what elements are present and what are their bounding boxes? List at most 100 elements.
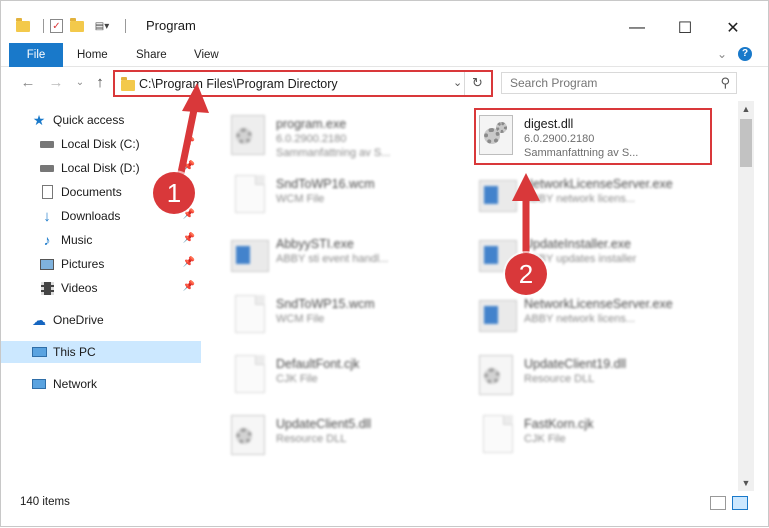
sidebar-item-label: This PC — [53, 345, 96, 359]
status-bar: 140 items — [1, 491, 768, 526]
refresh-button[interactable]: ↻ — [464, 72, 490, 95]
file-item[interactable]: AbbyySTI.exe ABBY sti event handl... — [203, 227, 443, 283]
file-item[interactable]: NetworkLicenseServer.exe ABBY network lic… — [451, 287, 691, 343]
folder-icon — [15, 17, 31, 33]
tab-share[interactable]: Share — [126, 43, 177, 67]
scroll-up-icon[interactable]: ▲ — [738, 101, 754, 117]
file-name: NetworkLicenseServer.exe — [524, 177, 673, 191]
pin-icon[interactable]: 📌 — [183, 233, 195, 244]
file-item[interactable]: SndToWP16.wcm WCM File — [203, 167, 443, 223]
pin-icon[interactable]: 📌 — [183, 257, 195, 268]
close-button[interactable]: ✕ — [711, 15, 755, 41]
sidebar-item-pictures[interactable]: Pictures 📌 — [39, 253, 201, 275]
quick-access-toolbar: ✓ ▤▾ — [15, 15, 132, 37]
search-icon[interactable]: ⚲ — [720, 75, 730, 91]
file-type: Resource DLL — [524, 373, 595, 385]
file-description: ABBY network licens... — [524, 193, 636, 205]
sidebar-item-videos[interactable]: Videos 📌 — [39, 277, 201, 299]
tab-view[interactable]: View — [184, 43, 229, 67]
file-type: WCM File — [276, 193, 325, 205]
generic-file-icon — [231, 355, 269, 397]
pin-icon[interactable]: 📌 — [183, 281, 195, 292]
title-bar: ✓ ▤▾ Program — ☐ ✕ — [1, 1, 768, 43]
pictures-icon — [39, 257, 55, 271]
cloud-icon: ☁ — [32, 311, 46, 328]
sidebar-item-music[interactable]: ♪ Music 📌 — [39, 229, 201, 251]
file-version: 6.0.2900.2180 — [276, 133, 347, 145]
computer-icon — [31, 345, 47, 359]
file-description: Sammanfattning av S... — [276, 147, 391, 159]
tab-file[interactable]: File — [9, 43, 63, 67]
file-item[interactable]: program.exe 6.0.2900.2180 Sammanfattning a… — [203, 107, 443, 163]
ribbon-tabs: File Home Share View ⌄ — [1, 43, 768, 67]
file-type: WCM File — [276, 313, 325, 325]
pin-icon[interactable]: 📌 — [183, 161, 195, 172]
file-item[interactable]: UpdateClient19.dll Resource DLL — [451, 347, 691, 403]
sidebar-item-quick-access[interactable]: ★ Quick access — [31, 109, 201, 131]
file-name: FastKorn.cjk — [524, 417, 594, 431]
scrollbar-thumb[interactable] — [740, 119, 752, 167]
documents-icon — [39, 185, 55, 199]
search-box[interactable]: ⚲ — [501, 72, 737, 94]
step-badge-2: 2 — [505, 253, 547, 295]
file-name: UpdateClient19.dll — [524, 357, 627, 371]
file-description: ABBY sti event handl... — [276, 253, 389, 265]
file-name: SndToWP15.wcm — [276, 297, 375, 311]
forward-arrow-icon[interactable]: → — [47, 73, 65, 93]
large-icons-view-icon[interactable] — [732, 496, 748, 510]
drive-icon — [39, 137, 55, 151]
properties-icon[interactable]: ✓ — [50, 19, 63, 33]
maximize-button[interactable]: ☐ — [663, 15, 707, 41]
dll-file-icon — [231, 415, 269, 457]
tab-home[interactable]: Home — [67, 43, 118, 67]
generic-file-icon — [231, 295, 269, 337]
file-item[interactable]: DefaultFont.cjk CJK File — [203, 347, 443, 403]
address-bar[interactable]: C:\Program Files\Program Directory ⌄ — [113, 70, 493, 97]
up-arrow-icon[interactable]: ↑ — [91, 73, 109, 93]
scroll-down-icon[interactable]: ▼ — [738, 475, 754, 491]
dll-file-icon — [479, 355, 517, 397]
drive-icon — [39, 161, 55, 175]
toolbar-separator — [43, 19, 44, 33]
highlight-box — [474, 108, 712, 165]
vertical-scrollbar[interactable]: ▲ ▼ — [738, 101, 754, 491]
search-input[interactable] — [502, 73, 702, 93]
star-icon: ★ — [32, 111, 46, 128]
pin-icon[interactable]: 📌 — [183, 137, 195, 148]
generic-file-icon — [479, 415, 517, 457]
sidebar-item-this-pc[interactable]: This PC — [1, 341, 201, 363]
sidebar-item-local-disk-c[interactable]: Local Disk (C:) 📌 — [39, 133, 201, 155]
sidebar-item-onedrive[interactable]: ☁ OneDrive — [31, 309, 201, 331]
folder-icon — [121, 77, 135, 91]
help-icon[interactable]: ? — [738, 47, 752, 61]
sidebar-item-label: Quick access — [53, 113, 125, 127]
application-icon — [479, 295, 517, 337]
file-name: AbbyySTI.exe — [276, 237, 354, 251]
explorer-window: ✓ ▤▾ Program — ☐ ✕ File Home Share View … — [0, 0, 769, 527]
recent-locations-icon[interactable]: ⌄ — [71, 73, 89, 93]
exe-file-icon — [231, 115, 269, 157]
file-item[interactable]: FastKorn.cjk CJK File — [451, 407, 691, 463]
details-view-icon[interactable] — [710, 496, 726, 510]
back-arrow-icon[interactable]: ← — [19, 73, 37, 93]
file-item[interactable]: UpdateClient5.dll Resource DLL — [203, 407, 443, 463]
file-name: program.exe — [276, 117, 347, 131]
file-type: Resource DLL — [276, 433, 347, 445]
address-path[interactable]: C:\Program Files\Program Directory — [139, 77, 338, 91]
item-count: 140 items — [20, 496, 70, 508]
new-folder-icon[interactable] — [69, 17, 85, 33]
sidebar-item-label: Videos — [61, 281, 98, 295]
address-dropdown-icon[interactable]: ⌄ — [453, 76, 462, 89]
generic-file-icon — [231, 175, 269, 217]
file-item[interactable]: NetworkLicenseServer.exe ABBY network lic… — [451, 167, 691, 223]
customize-toolbar-icon[interactable]: ▤▾ — [91, 19, 113, 33]
file-name: DefaultFont.cjk — [276, 357, 360, 371]
network-icon — [31, 377, 47, 391]
file-type: CJK File — [524, 433, 566, 445]
navigation-pane: ★ Quick access Local Disk (C:) 📌 Local D… — [1, 101, 203, 491]
chevron-down-icon[interactable]: ⌄ — [717, 47, 727, 61]
sidebar-item-network[interactable]: Network — [31, 373, 201, 395]
file-item[interactable]: SndToWP15.wcm WCM File — [203, 287, 443, 343]
minimize-button[interactable]: — — [615, 15, 659, 41]
file-item[interactable]: UpdateInstaller.exe ABBY updates installe… — [451, 227, 691, 283]
